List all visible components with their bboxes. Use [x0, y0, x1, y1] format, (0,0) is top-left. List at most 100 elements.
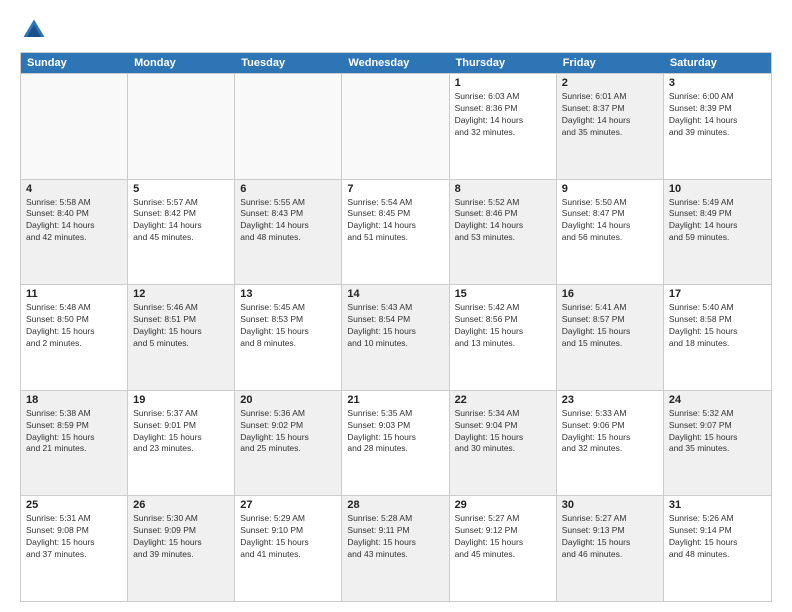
day-number: 4 [26, 183, 122, 195]
cell-info: Sunrise: 5:36 AM Sunset: 9:02 PM Dayligh… [240, 408, 336, 456]
weekday-header: Thursday [450, 53, 557, 73]
cell-info: Sunrise: 5:32 AM Sunset: 9:07 PM Dayligh… [669, 408, 766, 456]
day-number: 30 [562, 499, 658, 511]
day-number: 31 [669, 499, 766, 511]
day-number: 13 [240, 288, 336, 300]
day-number: 12 [133, 288, 229, 300]
calendar-row: 11Sunrise: 5:48 AM Sunset: 8:50 PM Dayli… [21, 284, 771, 390]
calendar-row: 4 Sunrise: 5:58 AM Sunset: 8:40 PM Daylig… [21, 179, 771, 285]
calendar-cell [342, 74, 449, 179]
cell-info: Sunrise: 5:28 AM Sunset: 9:11 PM Dayligh… [347, 513, 443, 561]
cell-info: Sunrise: 5:46 AM Sunset: 8:51 PM Dayligh… [133, 302, 229, 350]
calendar-cell: 16 Sunrise: 5:41 AM Sunset: 8:57 PM Dayli… [557, 285, 664, 390]
day-number: 21 [347, 394, 443, 406]
day-number: 24 [669, 394, 766, 406]
day-number: 2 [562, 77, 658, 89]
cell-info: Sunrise: 5:26 AM Sunset: 9:14 PM Dayligh… [669, 513, 766, 561]
calendar-row: 1 Sunrise: 6:03 AM Sunset: 8:36 PM Daylig… [21, 73, 771, 179]
weekday-header: Wednesday [342, 53, 449, 73]
day-number: 7 [347, 183, 443, 195]
calendar-cell: 25Sunrise: 5:31 AM Sunset: 9:08 PM Dayli… [21, 496, 128, 601]
day-number: 14 [347, 288, 443, 300]
calendar-row: 25Sunrise: 5:31 AM Sunset: 9:08 PM Dayli… [21, 495, 771, 601]
day-number: 26 [133, 499, 229, 511]
cell-info: Sunrise: 5:43 AM Sunset: 8:54 PM Dayligh… [347, 302, 443, 350]
calendar-cell: 19 Sunrise: 5:37 AM Sunset: 9:01 PM Dayli… [128, 391, 235, 496]
cell-info: Sunrise: 5:35 AM Sunset: 9:03 PM Dayligh… [347, 408, 443, 456]
calendar-cell: 13 Sunrise: 5:45 AM Sunset: 8:53 PM Dayli… [235, 285, 342, 390]
calendar-cell: 24 Sunrise: 5:32 AM Sunset: 9:07 PM Dayli… [664, 391, 771, 496]
cell-info: Sunrise: 5:27 AM Sunset: 9:12 PM Dayligh… [455, 513, 551, 561]
cell-info: Sunrise: 5:54 AM Sunset: 8:45 PM Dayligh… [347, 197, 443, 245]
cell-info: Sunrise: 6:03 AM Sunset: 8:36 PM Dayligh… [455, 91, 551, 139]
calendar-cell: 26 Sunrise: 5:30 AM Sunset: 9:09 PM Dayli… [128, 496, 235, 601]
calendar-cell [128, 74, 235, 179]
cell-info: Sunrise: 5:27 AM Sunset: 9:13 PM Dayligh… [562, 513, 658, 561]
calendar-cell [235, 74, 342, 179]
cell-info: Sunrise: 5:55 AM Sunset: 8:43 PM Dayligh… [240, 197, 336, 245]
day-number: 16 [562, 288, 658, 300]
cell-info: Sunrise: 5:30 AM Sunset: 9:09 PM Dayligh… [133, 513, 229, 561]
calendar-cell: 18 Sunrise: 5:38 AM Sunset: 8:59 PM Dayli… [21, 391, 128, 496]
day-number: 15 [455, 288, 551, 300]
calendar-body: 1 Sunrise: 6:03 AM Sunset: 8:36 PM Daylig… [21, 73, 771, 601]
cell-info: Sunrise: 5:57 AM Sunset: 8:42 PM Dayligh… [133, 197, 229, 245]
weekday-header: Monday [128, 53, 235, 73]
cell-info: Sunrise: 5:40 AM Sunset: 8:58 PM Dayligh… [669, 302, 766, 350]
cell-info: Sunrise: 6:00 AM Sunset: 8:39 PM Dayligh… [669, 91, 766, 139]
calendar-cell: 23 Sunrise: 5:33 AM Sunset: 9:06 PM Dayli… [557, 391, 664, 496]
calendar-cell: 4 Sunrise: 5:58 AM Sunset: 8:40 PM Daylig… [21, 180, 128, 285]
day-number: 9 [562, 183, 658, 195]
cell-info: Sunrise: 5:41 AM Sunset: 8:57 PM Dayligh… [562, 302, 658, 350]
day-number: 11 [26, 288, 122, 300]
day-number: 17 [669, 288, 766, 300]
weekday-header: Sunday [21, 53, 128, 73]
cell-info: Sunrise: 5:45 AM Sunset: 8:53 PM Dayligh… [240, 302, 336, 350]
day-number: 10 [669, 183, 766, 195]
calendar-cell: 22Sunrise: 5:34 AM Sunset: 9:04 PM Dayli… [450, 391, 557, 496]
weekday-header: Tuesday [235, 53, 342, 73]
logo [20, 16, 52, 44]
day-number: 3 [669, 77, 766, 89]
cell-info: Sunrise: 5:42 AM Sunset: 8:56 PM Dayligh… [455, 302, 551, 350]
calendar-cell: 20Sunrise: 5:36 AM Sunset: 9:02 PM Dayli… [235, 391, 342, 496]
weekday-header: Saturday [664, 53, 771, 73]
calendar-cell: 31 Sunrise: 5:26 AM Sunset: 9:14 PM Dayli… [664, 496, 771, 601]
day-number: 19 [133, 394, 229, 406]
cell-info: Sunrise: 5:37 AM Sunset: 9:01 PM Dayligh… [133, 408, 229, 456]
cell-info: Sunrise: 5:58 AM Sunset: 8:40 PM Dayligh… [26, 197, 122, 245]
cell-info: Sunrise: 6:01 AM Sunset: 8:37 PM Dayligh… [562, 91, 658, 139]
calendar-row: 18 Sunrise: 5:38 AM Sunset: 8:59 PM Dayli… [21, 390, 771, 496]
cell-info: Sunrise: 5:33 AM Sunset: 9:06 PM Dayligh… [562, 408, 658, 456]
day-number: 1 [455, 77, 551, 89]
day-number: 23 [562, 394, 658, 406]
cell-info: Sunrise: 5:29 AM Sunset: 9:10 PM Dayligh… [240, 513, 336, 561]
calendar-cell: 2 Sunrise: 6:01 AM Sunset: 8:37 PM Daylig… [557, 74, 664, 179]
calendar-cell: 14 Sunrise: 5:43 AM Sunset: 8:54 PM Dayli… [342, 285, 449, 390]
logo-icon [20, 16, 48, 44]
calendar-header: SundayMondayTuesdayWednesdayThursdayFrid… [21, 53, 771, 73]
calendar-cell: 21 Sunrise: 5:35 AM Sunset: 9:03 PM Dayli… [342, 391, 449, 496]
calendar-cell: 8Sunrise: 5:52 AM Sunset: 8:46 PM Daylig… [450, 180, 557, 285]
day-number: 18 [26, 394, 122, 406]
calendar-cell: 5Sunrise: 5:57 AM Sunset: 8:42 PM Daylig… [128, 180, 235, 285]
calendar-cell: 3 Sunrise: 6:00 AM Sunset: 8:39 PM Daylig… [664, 74, 771, 179]
calendar-cell: 15 Sunrise: 5:42 AM Sunset: 8:56 PM Dayli… [450, 285, 557, 390]
calendar-page: SundayMondayTuesdayWednesdayThursdayFrid… [0, 0, 792, 612]
calendar-cell: 1 Sunrise: 6:03 AM Sunset: 8:36 PM Daylig… [450, 74, 557, 179]
day-number: 22 [455, 394, 551, 406]
cell-info: Sunrise: 5:49 AM Sunset: 8:49 PM Dayligh… [669, 197, 766, 245]
page-header [20, 16, 772, 44]
calendar-cell: 7 Sunrise: 5:54 AM Sunset: 8:45 PM Daylig… [342, 180, 449, 285]
calendar-cell: 29 Sunrise: 5:27 AM Sunset: 9:12 PM Dayli… [450, 496, 557, 601]
calendar-cell [21, 74, 128, 179]
cell-info: Sunrise: 5:38 AM Sunset: 8:59 PM Dayligh… [26, 408, 122, 456]
calendar-cell: 11Sunrise: 5:48 AM Sunset: 8:50 PM Dayli… [21, 285, 128, 390]
calendar-cell: 27Sunrise: 5:29 AM Sunset: 9:10 PM Dayli… [235, 496, 342, 601]
calendar-cell: 12 Sunrise: 5:46 AM Sunset: 8:51 PM Dayli… [128, 285, 235, 390]
calendar-cell: 9Sunrise: 5:50 AM Sunset: 8:47 PM Daylig… [557, 180, 664, 285]
weekday-header: Friday [557, 53, 664, 73]
day-number: 28 [347, 499, 443, 511]
cell-info: Sunrise: 5:31 AM Sunset: 9:08 PM Dayligh… [26, 513, 122, 561]
day-number: 29 [455, 499, 551, 511]
